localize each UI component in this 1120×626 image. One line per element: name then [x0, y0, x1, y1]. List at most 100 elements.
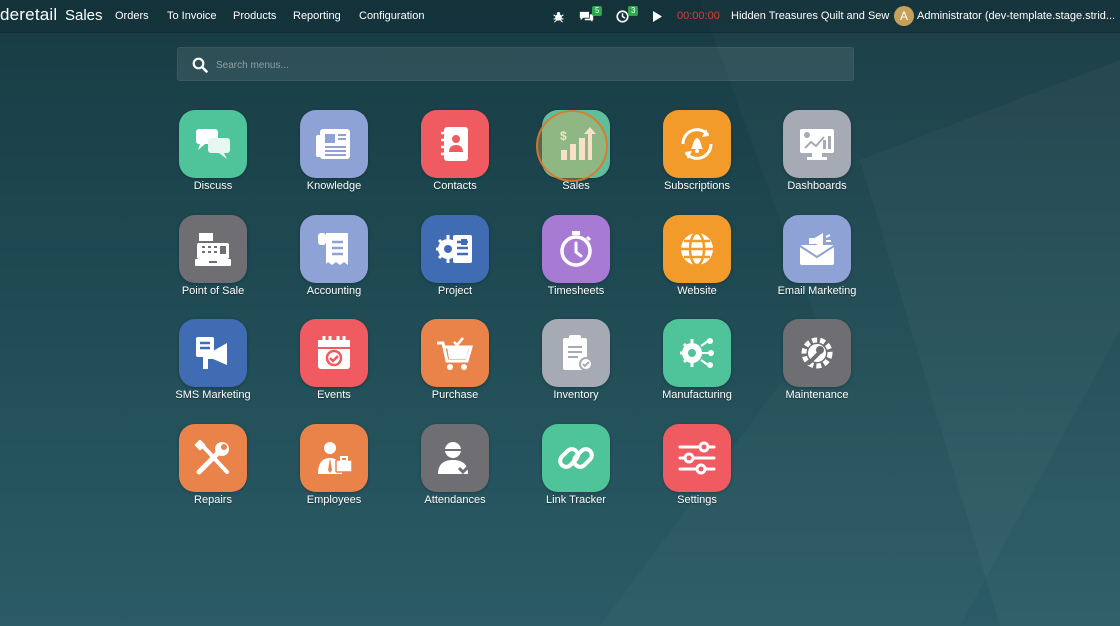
app-tile[interactable] [179, 319, 247, 387]
app-tile[interactable] [663, 424, 731, 492]
tools-icon [194, 439, 229, 475]
app-tile[interactable] [542, 319, 610, 387]
app-email-marketing[interactable]: Email Marketing [762, 215, 872, 311]
app-maintenance[interactable]: Maintenance [762, 319, 872, 415]
play-timer-icon[interactable] [652, 0, 662, 33]
chat-bubbles-icon [196, 129, 230, 159]
top-navbar: deretail Sales Orders To Invoice Product… [0, 0, 1120, 33]
app-tile[interactable] [300, 110, 368, 178]
menu-reporting[interactable]: Reporting [293, 10, 341, 22]
activities-clock-icon[interactable] [616, 0, 629, 33]
app-events[interactable]: Events [279, 319, 389, 415]
employee-briefcase-icon [318, 442, 353, 474]
app-label: Website [677, 285, 717, 297]
user-avatar[interactable]: A [894, 6, 914, 26]
app-subscriptions[interactable]: Subscriptions [642, 110, 752, 206]
menu-products[interactable]: Products [233, 10, 276, 22]
bar-chart-dollar-icon: $ [560, 127, 596, 160]
wrench-gear-icon [801, 337, 833, 369]
brand-logo[interactable]: deretail [0, 5, 57, 25]
app-tile[interactable] [300, 319, 368, 387]
app-contacts[interactable]: Contacts [400, 110, 510, 206]
app-tile[interactable] [421, 215, 489, 283]
newspaper-icon [316, 129, 350, 159]
app-accounting[interactable]: Accounting [279, 215, 389, 311]
shopping-cart-icon [437, 337, 473, 370]
messages-badge: 5 [592, 6, 603, 16]
envelope-megaphone-icon [799, 233, 835, 265]
app-timesheets[interactable]: Timesheets [521, 215, 631, 311]
app-tile[interactable] [300, 424, 368, 492]
app-settings[interactable]: Settings [642, 424, 752, 520]
app-manufacturing[interactable]: Manufacturing [642, 319, 752, 415]
app-label: Attendances [424, 494, 486, 506]
recurring-bell-icon [681, 128, 713, 160]
app-tile[interactable] [663, 319, 731, 387]
clipboard-check-icon [563, 335, 593, 371]
app-label: Employees [306, 494, 362, 506]
current-app-name[interactable]: Sales [65, 7, 103, 24]
app-tile[interactable] [783, 110, 851, 178]
stopwatch-icon [560, 231, 592, 267]
messages-icon[interactable] [579, 0, 594, 33]
app-discuss[interactable]: Discuss [158, 110, 268, 206]
app-label: Events [317, 389, 351, 401]
app-label: Knowledge [306, 180, 362, 192]
app-label: Accounting [306, 285, 362, 297]
activities-badge: 3 [628, 6, 639, 16]
app-tile[interactable] [542, 215, 610, 283]
gear-network-icon [680, 338, 714, 368]
app-sms-marketing[interactable]: SMS Marketing [158, 319, 268, 415]
app-inventory[interactable]: Inventory [521, 319, 631, 415]
app-tile[interactable] [300, 215, 368, 283]
app-tile[interactable] [783, 319, 851, 387]
app-label: Discuss [193, 180, 233, 192]
app-tile[interactable] [421, 424, 489, 492]
app-label: Timesheets [547, 285, 605, 297]
app-label: Sales [562, 180, 590, 192]
app-label: Settings [677, 494, 717, 506]
app-tile[interactable] [783, 215, 851, 283]
app-label: Point of Sale [181, 285, 245, 297]
search-input[interactable] [216, 55, 816, 75]
app-tile[interactable]: $ [542, 110, 610, 178]
address-book-icon [441, 127, 468, 161]
app-repairs[interactable]: Repairs [158, 424, 268, 520]
user-menu[interactable]: Administrator (dev-template.stage.strid.… [917, 10, 1115, 22]
app-label: Manufacturing [662, 389, 732, 401]
calendar-check-icon [318, 336, 350, 369]
app-tile[interactable] [542, 424, 610, 492]
gear-document-icon [436, 235, 472, 263]
app-link-tracker[interactable]: Link Tracker [521, 424, 631, 520]
app-knowledge[interactable]: Knowledge [279, 110, 389, 206]
bug-icon[interactable] [552, 0, 565, 33]
app-tile[interactable] [421, 319, 489, 387]
app-employees[interactable]: Employees [279, 424, 389, 520]
app-sales[interactable]: $ Sales [521, 110, 631, 206]
app-tile[interactable] [663, 110, 731, 178]
app-tile[interactable] [179, 215, 247, 283]
menu-to-invoice[interactable]: To Invoice [167, 10, 217, 22]
app-dashboards[interactable]: Dashboards [762, 110, 872, 206]
search-icon [192, 57, 208, 73]
app-tile[interactable] [421, 110, 489, 178]
timer-display: 00:00:00 [677, 10, 720, 22]
app-tile[interactable] [179, 424, 247, 492]
app-label: Purchase [431, 389, 479, 401]
menu-configuration[interactable]: Configuration [359, 10, 424, 22]
background-decoration [0, 0, 1120, 626]
app-point-of-sale[interactable]: Point of Sale [158, 215, 268, 311]
user-check-icon [438, 442, 473, 475]
chain-link-icon [558, 447, 594, 469]
sliders-icon [678, 441, 716, 475]
app-purchase[interactable]: Purchase [400, 319, 510, 415]
company-switcher[interactable]: Hidden Treasures Quilt and Sew [731, 10, 889, 22]
app-website[interactable]: Website [642, 215, 752, 311]
menu-orders[interactable]: Orders [115, 10, 149, 22]
app-label: Link Tracker [546, 494, 606, 506]
app-attendances[interactable]: Attendances [400, 424, 510, 520]
app-tile[interactable] [179, 110, 247, 178]
svg-text:$: $ [560, 129, 567, 143]
app-project[interactable]: Project [400, 215, 510, 311]
app-tile[interactable] [663, 215, 731, 283]
